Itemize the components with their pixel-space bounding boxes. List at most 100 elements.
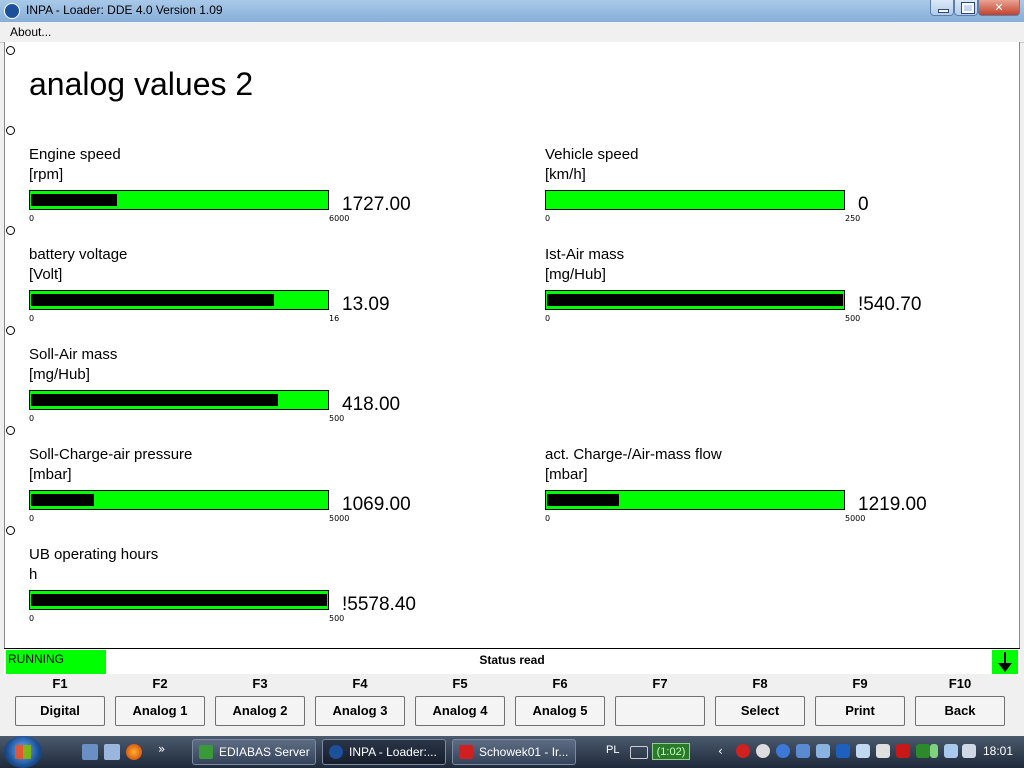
taskbar-button-schowek[interactable]: Schowek01 - Ir... (452, 739, 576, 765)
gauge-unit: [mg/Hub] (29, 366, 90, 383)
down-arrow-icon (992, 650, 1018, 674)
gauge-unit: [mg/Hub] (545, 266, 606, 283)
page-title: analog values 2 (29, 66, 254, 102)
gauge-bar (29, 490, 329, 510)
gauge-min: 0 (29, 514, 35, 523)
close-button[interactable]: ✕ (978, 0, 1020, 16)
network-icon[interactable] (944, 744, 958, 758)
gauge-bar (545, 490, 845, 510)
row-radio-2[interactable] (6, 126, 15, 135)
row-radio-3[interactable] (6, 226, 15, 235)
gauge-min: 0 (545, 314, 551, 323)
gauge-ub-operating-hours: UB operating hours h !5578.40 0 500 (29, 546, 489, 636)
gauge-fill (31, 194, 117, 206)
row-radio-6[interactable] (6, 526, 15, 535)
menu-item-about[interactable]: About... (10, 25, 51, 39)
gauge-bar (29, 390, 329, 410)
fkey-button-analog-5[interactable]: Analog 5 (515, 696, 605, 726)
gauge-battery-voltage: battery voltage [Volt] 13.09 0 16 (29, 246, 489, 336)
taskbar-button-ediabas[interactable]: EDIABAS Server (192, 739, 316, 765)
firefox-icon[interactable] (126, 744, 142, 760)
clock[interactable]: 18:01 (983, 744, 1013, 758)
gauge-name: Soll-Charge-air pressure (29, 446, 193, 463)
fkey-button-digital[interactable]: Digital (15, 696, 105, 726)
taskbar-button-label: Schowek01 - Ir... (479, 745, 569, 759)
system-tray: PL (1:02) ‹ 18:01 (600, 736, 1024, 768)
tray-app-icon[interactable] (856, 744, 870, 758)
maximize-button[interactable] (954, 0, 978, 16)
fkey-button-f7[interactable] (615, 696, 705, 726)
fkey-label-f5: F5 (452, 676, 468, 691)
minimize-button[interactable] (930, 0, 954, 16)
tray-timer[interactable]: (1:02) (652, 743, 690, 760)
gauge-fill (31, 494, 94, 506)
menu-bar: About... (0, 22, 1024, 43)
tray-arrow-icon[interactable]: ‹ (718, 744, 732, 758)
tray-network-icon[interactable] (816, 744, 830, 758)
gauge-max: 500 (329, 414, 345, 423)
gauge-value: 13.09 (342, 294, 390, 315)
gauge-fill (31, 294, 274, 306)
volume-icon[interactable] (962, 744, 976, 758)
tray-monitor-icon[interactable] (796, 744, 810, 758)
gauge-engine-speed: Engine speed [rpm] 1727.00 0 6000 (29, 146, 489, 236)
fkey-button-analog-1[interactable]: Analog 1 (115, 696, 205, 726)
row-radio-4[interactable] (6, 326, 15, 335)
gauge-max: 500 (329, 614, 345, 623)
tray-bluetooth-icon[interactable] (836, 744, 850, 758)
fkey-label-f10: F10 (948, 676, 972, 691)
keyboard-icon[interactable] (630, 746, 648, 759)
quicklaunch-chevron-icon[interactable]: » (158, 742, 165, 756)
fkey-label-f2: F2 (152, 676, 168, 691)
gauge-value: !5578.40 (342, 594, 416, 615)
taskbar-button-inpa[interactable]: INPA - Loader:... (322, 739, 446, 765)
tray-printer-icon[interactable] (876, 744, 890, 758)
fkey-label-f3: F3 (252, 676, 268, 691)
status-row: RUNNING Status read (4, 648, 1020, 674)
gauge-name: Engine speed (29, 146, 121, 163)
gauge-unit: h (29, 566, 38, 583)
row-radio-1[interactable] (6, 46, 15, 55)
status-text: Status read (479, 653, 545, 667)
irfanview-icon (459, 745, 473, 759)
fkey-button-back[interactable]: Back (915, 696, 1005, 726)
show-desktop-icon[interactable] (82, 744, 98, 760)
fkey-label-f7: F7 (652, 676, 668, 691)
gauge-name: Ist-Air mass (545, 246, 625, 263)
fkey-button-analog-4[interactable]: Analog 4 (415, 696, 505, 726)
start-button[interactable] (4, 736, 42, 768)
fkey-label-f9: F9 (852, 676, 868, 691)
language-indicator[interactable]: PL (606, 744, 619, 756)
row-radio-5[interactable] (6, 426, 15, 435)
fkey-label-f8: F8 (752, 676, 768, 691)
gauge-min: 0 (29, 614, 35, 623)
gauge-bar (29, 190, 329, 210)
gauge-max: 6000 (329, 214, 350, 223)
tray-green-icon[interactable] (916, 744, 930, 758)
gauge-bar (545, 290, 845, 310)
gauge-value: 1069.00 (342, 494, 411, 515)
gauge-min: 0 (29, 314, 35, 323)
gauge-max: 16 (329, 314, 340, 323)
window-title-bar[interactable]: INPA - Loader: DDE 4.0 Version 1.09 ✕ (0, 0, 1024, 22)
window-title: INPA - Loader: DDE 4.0 Version 1.09 (26, 3, 223, 17)
gauge-name: battery voltage (29, 246, 128, 263)
switch-windows-icon[interactable] (104, 744, 120, 760)
gauge-bar (29, 290, 329, 310)
gauge-value: 1219.00 (858, 494, 927, 515)
tray-error-icon[interactable] (736, 744, 750, 758)
fkey-label-f1: F1 (52, 676, 68, 691)
gauge-name: Soll-Air mass (29, 346, 118, 363)
gauge-min: 0 (29, 214, 35, 223)
fkey-button-analog-3[interactable]: Analog 3 (315, 696, 405, 726)
gauge-unit: [rpm] (29, 166, 64, 183)
fkey-button-print[interactable]: Print (815, 696, 905, 726)
tray-sync-icon[interactable] (756, 744, 770, 758)
fkey-button-analog-2[interactable]: Analog 2 (215, 696, 305, 726)
gauge-unit: [km/h] (545, 166, 586, 183)
gauge-value: !540.70 (858, 294, 922, 315)
tray-info-icon[interactable] (776, 744, 790, 758)
fkey-button-select[interactable]: Select (715, 696, 805, 726)
tray-red-icon[interactable] (896, 744, 910, 758)
battery-icon[interactable] (930, 744, 938, 758)
